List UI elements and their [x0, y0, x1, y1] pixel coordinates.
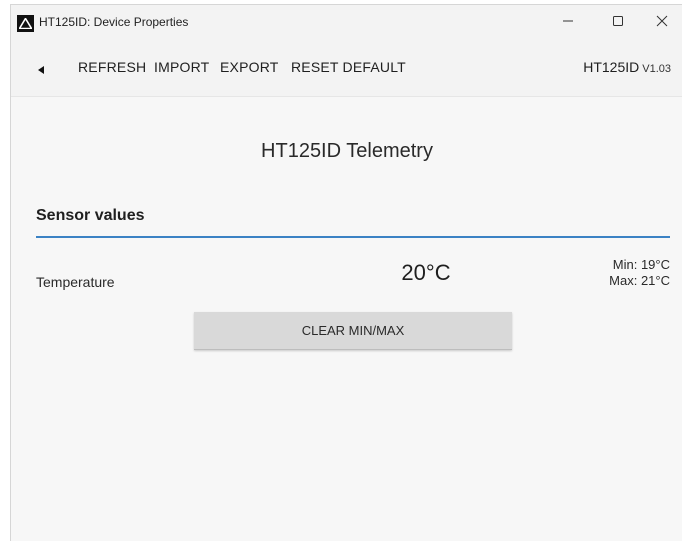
- title-bar[interactable]: HT125ID: Device Properties: [11, 5, 682, 41]
- minimize-icon: [562, 14, 574, 32]
- clear-min-max-button[interactable]: CLEAR MIN/MAX: [194, 312, 512, 350]
- sensor-label: Temperature: [36, 274, 115, 290]
- import-button[interactable]: IMPORT: [154, 59, 209, 75]
- back-triangle-icon: [36, 62, 46, 80]
- sensor-value: 20°C: [401, 260, 451, 285]
- sensor-min: Min: 19°C: [612, 257, 670, 272]
- device-name: HT125ID: [583, 59, 640, 75]
- section-title: Sensor values: [36, 207, 145, 224]
- device-info: HT125ID V1.03: [583, 59, 671, 75]
- reset-default-button[interactable]: RESET DEFAULT: [291, 59, 406, 75]
- app-window: HT125ID: Device Properties REFRESH IMPOR…: [10, 4, 682, 541]
- app-logo-icon: [17, 15, 34, 32]
- export-button[interactable]: EXPORT: [220, 59, 279, 75]
- section-divider: [36, 236, 670, 238]
- sensor-max: Max: 21°C: [609, 273, 670, 288]
- toolbar: REFRESH IMPORT EXPORT RESET DEFAULT HT12…: [11, 41, 682, 97]
- refresh-button[interactable]: REFRESH: [78, 59, 146, 75]
- page-title: HT125ID Telemetry: [261, 140, 433, 162]
- close-icon: [656, 14, 668, 32]
- sensor-min-max: Min: 19°C Max: 21°C: [609, 257, 670, 289]
- minimize-button[interactable]: [545, 5, 591, 41]
- window-title: HT125ID: Device Properties: [39, 15, 189, 29]
- maximize-icon: [612, 14, 624, 32]
- maximize-button[interactable]: [595, 5, 641, 41]
- device-version: V1.03: [642, 63, 671, 75]
- close-button[interactable]: [639, 5, 682, 41]
- back-button[interactable]: [31, 61, 51, 81]
